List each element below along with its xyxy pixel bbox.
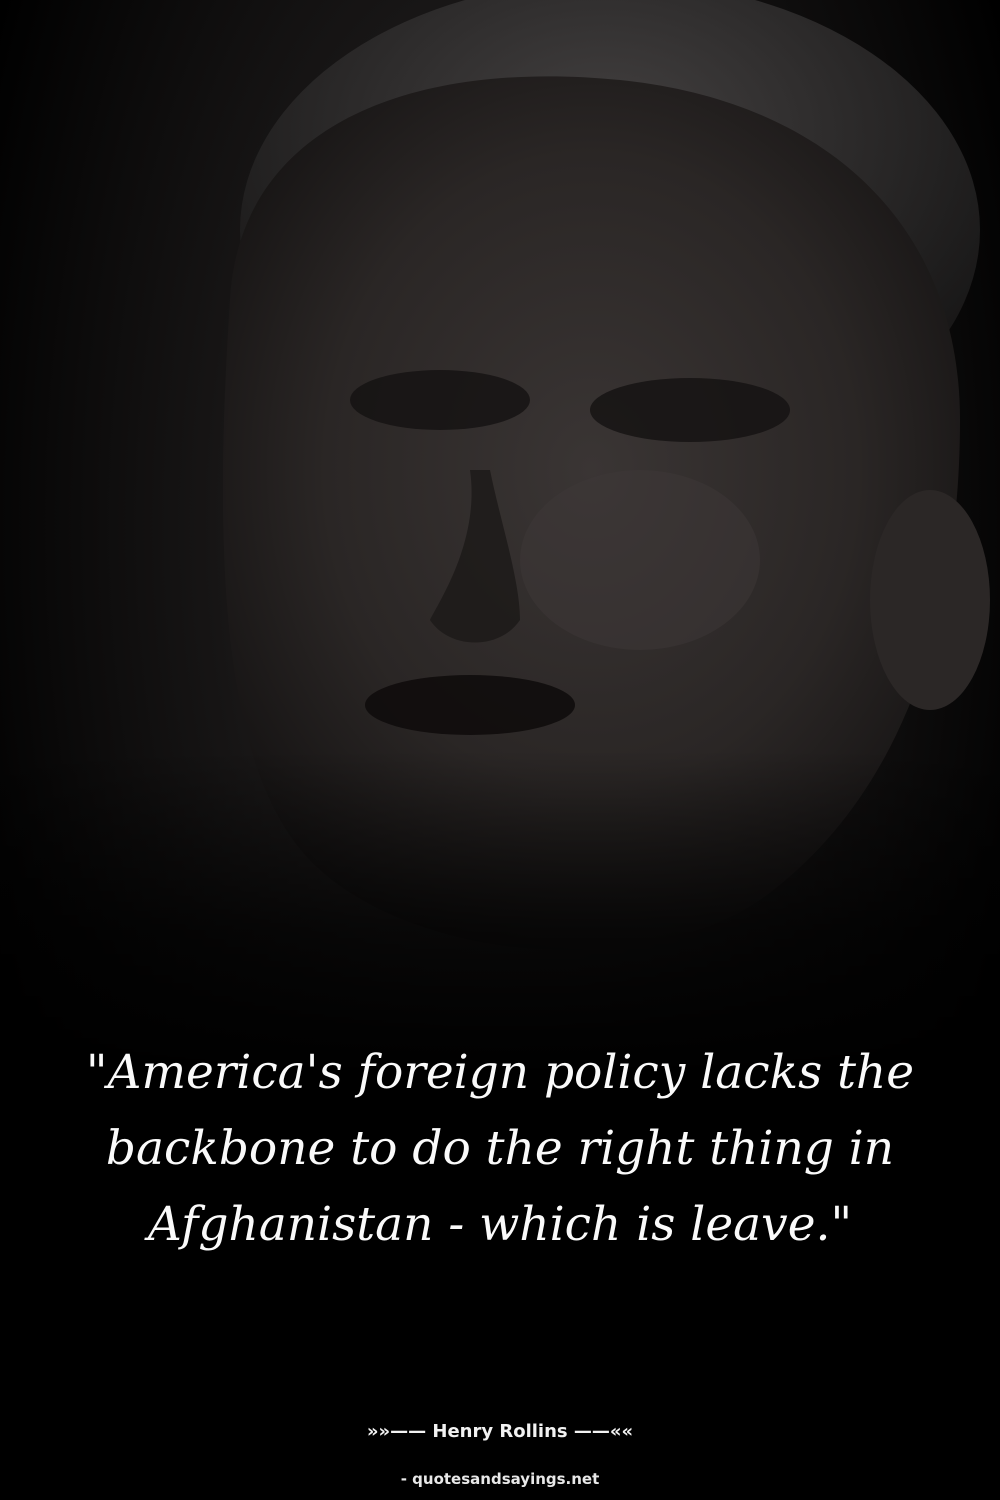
quote-text: "America's foreign policy lacks the back…	[85, 1045, 915, 1252]
bottom-dark-gradient	[0, 0, 1000, 1500]
source-watermark: - quotesandsayings.net	[400, 1470, 600, 1488]
quote-author: »»—— Henry Rollins ——««	[366, 1421, 634, 1442]
